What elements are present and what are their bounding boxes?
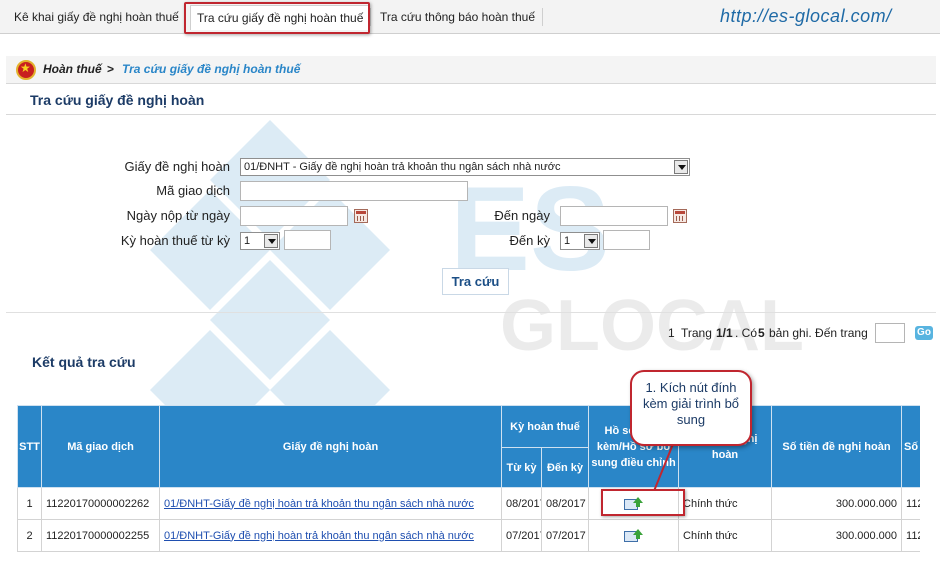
tab-divider — [184, 8, 185, 26]
attach-upload-icon[interactable] — [623, 496, 644, 511]
period-from-label: Kỳ hoàn thuế từ kỳ — [120, 233, 230, 248]
calendar-icon[interactable] — [354, 209, 368, 223]
watermark-url: http://es-glocal.com/ — [720, 6, 892, 26]
header-transaction-code: Mã giao dịch — [41, 405, 160, 488]
search-button[interactable]: Tra cứu — [442, 268, 509, 295]
results-table: STT Mã giao dịch Giấy đề nghị hoàn Kỳ ho… — [17, 405, 920, 561]
doc-type-select-value: 01/ĐNHT - Giấy đề nghị hoàn trả khoản th… — [244, 161, 561, 173]
tab-search-refund-notice[interactable]: Tra cứu thông báo hoàn thuế — [374, 5, 541, 29]
doc-link[interactable]: 01/ĐNHT-Giấy đề nghị hoàn trả khoản thu … — [164, 530, 474, 542]
header-amount: Số tiền đề nghị hoàn — [771, 405, 903, 488]
tab-divider — [370, 8, 371, 26]
cell-doc: 01/ĐNHT-Giấy đề nghị hoàn trả khoản thu … — [159, 487, 502, 520]
chevron-down-icon — [584, 234, 598, 248]
cell-extra: 112 — [901, 519, 920, 552]
chevron-down-icon — [264, 234, 278, 248]
doc-type-label: Giấy đề nghị hoàn — [124, 159, 230, 174]
cell-transaction-code: 11220170000002262 — [41, 487, 160, 520]
header-extra: Số — [901, 405, 920, 488]
cell-attachments — [588, 519, 680, 552]
header-period-from: Từ kỳ — [501, 447, 542, 488]
transaction-code-input[interactable] — [240, 181, 468, 201]
period-from-year-input[interactable] — [284, 230, 331, 250]
search-section-title: Tra cứu giấy đề nghị hoàn — [30, 92, 205, 108]
cell-period-from: 07/2017 — [501, 519, 542, 552]
pager-record-count: 5 — [758, 326, 765, 340]
cell-period-from: 08/2017 — [501, 487, 542, 520]
period-to-year-input[interactable] — [603, 230, 650, 250]
cell-extra: 112 — [901, 487, 920, 520]
date-to-input[interactable] — [560, 206, 668, 226]
cell-refund-type: Chính thức — [678, 519, 773, 552]
cell-period-to: 08/2017 — [540, 487, 590, 520]
chevron-down-icon — [674, 160, 688, 174]
date-from-label: Ngày nộp từ ngày — [126, 208, 230, 223]
doc-link[interactable]: 01/ĐNHT-Giấy đề nghị hoàn trả khoản thu … — [164, 498, 474, 510]
period-from-select-value: 1 — [244, 235, 251, 247]
period-to-select-value: 1 — [564, 235, 571, 247]
tab-divider — [542, 8, 543, 26]
transaction-code-label: Mã giao dịch — [156, 183, 230, 198]
period-to-select[interactable]: 1 — [560, 232, 600, 250]
header-period-to: Đến kỳ — [540, 447, 590, 488]
divider — [6, 114, 936, 115]
pager-count-prefix: . Có — [735, 326, 758, 340]
pager-prefix: 1 — [668, 326, 675, 340]
cell-transaction-code: 11220170000002255 — [41, 519, 160, 552]
cell-stt: 1 — [17, 487, 42, 520]
header-doc: Giấy đề nghị hoàn — [159, 405, 502, 488]
cell-amount: 300.000.000 — [771, 519, 903, 552]
breadcrumb-root[interactable]: Hoàn thuế — [43, 62, 102, 76]
header-period: Kỳ hoàn thuế — [500, 405, 590, 448]
tab-declare-refund[interactable]: Kê khai giấy đề nghị hoàn thuế — [8, 5, 185, 29]
period-to-label: Đến kỳ — [509, 233, 550, 248]
results-title: Kết quả tra cứu — [32, 354, 136, 370]
date-to-label: Đến ngày — [494, 208, 550, 223]
instruction-callout: 1. Kích nút đính kèm giải trình bổ sung — [630, 370, 752, 446]
cell-doc: 01/ĐNHT-Giấy đề nghị hoàn trả khoản thu … — [159, 519, 502, 552]
breadcrumb: Hoàn thuế > Tra cứu giấy đề nghị hoàn th… — [6, 56, 936, 84]
cell-amount: 300.000.000 — [771, 487, 903, 520]
goto-page-input[interactable] — [875, 323, 905, 343]
divider — [6, 312, 936, 313]
tab-search-refund-request[interactable]: Tra cứu giấy đề nghị hoàn thuế — [190, 5, 371, 30]
go-button[interactable]: Go — [915, 326, 933, 340]
breadcrumb-separator: > — [107, 62, 115, 76]
header-stt: STT — [17, 405, 42, 488]
doc-type-select[interactable]: 01/ĐNHT - Giấy đề nghị hoàn trả khoản th… — [240, 158, 690, 176]
pager-count-suffix: bản ghi. Đến trang — [769, 326, 868, 340]
national-emblem-icon — [16, 60, 36, 80]
pager-page-value: 1/1 — [716, 326, 733, 340]
calendar-icon[interactable] — [673, 209, 687, 223]
pager-page-label: Trang — [681, 326, 712, 340]
date-from-input[interactable] — [240, 206, 348, 226]
cell-period-to: 07/2017 — [540, 519, 590, 552]
breadcrumb-current: Tra cứu giấy đề nghị hoàn thuế — [122, 62, 301, 76]
table-row: 2 11220170000002255 01/ĐNHT-Giấy đề nghị… — [17, 519, 920, 552]
cell-stt: 2 — [17, 519, 42, 552]
table-row: 1 11220170000002262 01/ĐNHT-Giấy đề nghị… — [17, 487, 920, 520]
period-from-select[interactable]: 1 — [240, 232, 280, 250]
cell-attachments — [588, 487, 680, 520]
attach-upload-icon[interactable] — [623, 528, 644, 543]
cell-refund-type: Chính thức — [678, 487, 773, 520]
